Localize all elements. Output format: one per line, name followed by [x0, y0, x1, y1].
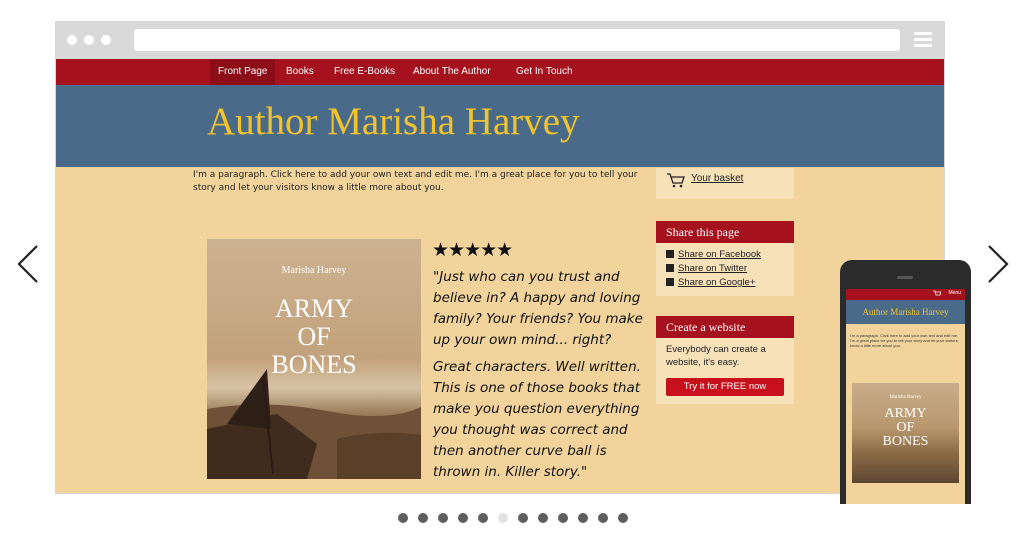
carousel-dot[interactable]: [418, 513, 428, 523]
carousel-dot[interactable]: [458, 513, 468, 523]
website-template-showcase: Front Page Books Free E-Books About The …: [0, 0, 1028, 550]
carousel-next-button[interactable]: [986, 244, 1010, 284]
chevron-left-icon: [17, 245, 38, 283]
nav-item-front-page[interactable]: Front Page: [210, 59, 276, 85]
book-cover-image[interactable]: Marisha Harvey ARMY OF BONES: [207, 239, 421, 479]
carousel-dot[interactable]: [618, 513, 628, 523]
basket-panel: Your basket: [656, 168, 794, 199]
star-rating: ★★★★★: [432, 240, 513, 261]
carousel-dot[interactable]: [538, 513, 548, 523]
share-facebook-link[interactable]: Share on Facebook: [666, 249, 761, 260]
book-cover-author: Marisha Harvey: [281, 265, 347, 276]
hamburger-menu-icon[interactable]: [914, 32, 932, 48]
share-facebook-label: Share on Facebook: [678, 249, 761, 260]
site-navigation: Front Page Books Free E-Books About The …: [56, 59, 944, 85]
share-heading: Share this page: [656, 221, 794, 243]
address-bar[interactable]: [134, 29, 900, 51]
window-dot-icon: [84, 35, 94, 45]
window-dot-icon: [101, 35, 111, 45]
intro-paragraph: I'm a paragraph. Click here to add your …: [193, 170, 638, 193]
carousel-dot[interactable]: [558, 513, 568, 523]
review-quote-continued: Great characters. Well written. This is …: [433, 359, 641, 480]
phone-screen: Menu Author Marisha Harvey I'm a paragra…: [846, 289, 965, 504]
mobile-intro-paragraph: I'm a paragraph. Click here to add your …: [850, 333, 959, 348]
share-google-link[interactable]: Share on Google+: [666, 277, 755, 288]
nav-item-books[interactable]: Books: [286, 59, 314, 85]
share-google-label: Share on Google+: [678, 277, 756, 288]
nav-item-free-e-books[interactable]: Free E-Books: [334, 59, 395, 85]
carousel-dot[interactable]: [438, 513, 448, 523]
mobile-book-cover[interactable]: Marisha Harvey ARMY OF BONES: [852, 383, 959, 483]
book-cover-title: ARMY OF BONES: [207, 295, 421, 379]
browser-toolbar: [56, 22, 944, 59]
browser-mockup: Front Page Books Free E-Books About The …: [55, 21, 945, 494]
facebook-icon: [666, 250, 674, 258]
phone-mockup: Menu Author Marisha Harvey I'm a paragra…: [840, 260, 971, 504]
cart-icon: [667, 173, 685, 188]
window-dot-icon: [67, 35, 77, 45]
create-website-panel: Create a website Everybody can create a …: [656, 316, 794, 404]
nav-item-get-in-touch[interactable]: Get In Touch: [516, 59, 573, 85]
share-panel: Share this page Share on Facebook Share …: [656, 221, 794, 296]
carousel-dot[interactable]: [518, 513, 528, 523]
review-quote: "Just who can you trust and believe in? …: [433, 269, 643, 348]
mobile-book-title-line: BONES: [882, 434, 929, 449]
google-plus-icon: [666, 278, 674, 286]
carousel-pagination: [398, 513, 628, 523]
create-website-heading: Create a website: [656, 316, 794, 338]
carousel-dot[interactable]: [598, 513, 608, 523]
carousel-dot[interactable]: [478, 513, 488, 523]
carousel-prev-button[interactable]: [16, 244, 40, 284]
share-twitter-link[interactable]: Share on Twitter: [666, 263, 747, 274]
phone-speaker: [897, 276, 913, 279]
carousel-dot[interactable]: [578, 513, 588, 523]
try-free-button[interactable]: Try it for FREE now: [666, 378, 784, 396]
mobile-book-title-line: OF: [896, 420, 915, 435]
site-header: Author Marisha Harvey: [56, 85, 944, 167]
create-website-text: Everybody can create a website, it's eas…: [666, 344, 766, 368]
nav-item-about-the-author[interactable]: About The Author: [413, 59, 491, 85]
basket-link[interactable]: Your basket: [691, 173, 743, 184]
mobile-book-title: ARMY OF BONES: [852, 407, 959, 449]
site-title: Author Marisha Harvey: [207, 100, 580, 143]
share-twitter-label: Share on Twitter: [678, 263, 748, 274]
twitter-icon: [666, 264, 674, 272]
carousel-dot[interactable]: [498, 513, 508, 523]
mobile-header: Author Marisha Harvey: [846, 300, 965, 324]
website-preview: Front Page Books Free E-Books About The …: [56, 59, 944, 493]
chevron-right-icon: [988, 245, 1009, 283]
mobile-cart-icon[interactable]: [933, 290, 941, 297]
book-title-line: BONES: [271, 350, 357, 379]
mobile-book-title-line: ARMY: [884, 406, 927, 421]
book-title-line: ARMY: [274, 294, 353, 323]
mobile-book-author: Marisha Harvey: [889, 395, 922, 400]
mobile-menu-button[interactable]: Menu: [948, 290, 961, 296]
book-title-line: OF: [297, 322, 331, 351]
mobile-site-title: Author Marisha Harvey: [862, 307, 949, 317]
carousel-dot[interactable]: [398, 513, 408, 523]
mobile-nav: Menu: [846, 289, 965, 300]
